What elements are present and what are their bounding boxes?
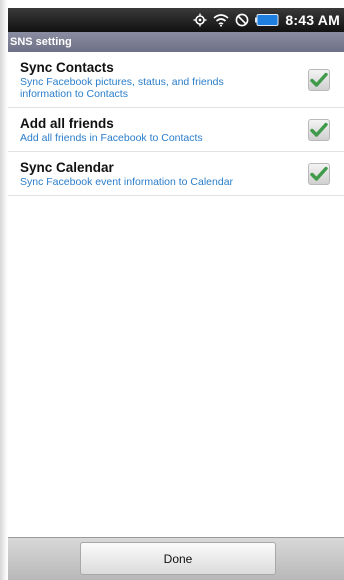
wifi-icon [213,8,229,32]
setting-subtitle-line: Sync Facebook event information to Calen… [20,176,234,188]
setting-subtitle-line: Add all friends in Facebook to Contacts [20,132,203,144]
setting-title: Sync Calendar [20,160,114,175]
checkbox-sync-contacts[interactable] [308,69,330,91]
battery-icon [255,8,279,32]
checkmark-icon [310,72,328,87]
setting-row-add-all-friends[interactable]: Add all friends Add all friends in Faceb… [8,108,344,152]
status-time: 8:43 AM [285,12,340,28]
checkbox-add-all-friends[interactable] [308,119,330,141]
phone-screen: 8:43 AM SNS setting Sync Contacts Sync F… [0,0,344,580]
setting-title: Sync Contacts [20,60,114,75]
status-bar: 8:43 AM [8,8,344,32]
page-title: SNS setting [8,32,344,52]
no-signal-icon [235,8,249,32]
checkbox-sync-calendar[interactable] [308,163,330,185]
bottom-bar: Done [8,537,344,580]
checkmark-icon [310,166,328,181]
setting-row-sync-contacts[interactable]: Sync Contacts Sync Facebook pictures, st… [8,52,344,108]
done-button[interactable]: Done [80,542,276,575]
setting-title: Add all friends [20,116,114,131]
setting-subtitle-line: information to Contacts [20,88,128,100]
checkmark-icon [310,122,328,137]
page-title-text: SNS setting [10,36,72,48]
setting-subtitle-line: Sync Facebook pictures, status, and frie… [20,76,224,88]
gps-icon [193,8,207,32]
setting-row-sync-calendar[interactable]: Sync Calendar Sync Facebook event inform… [8,152,344,196]
settings-list: Sync Contacts Sync Facebook pictures, st… [8,52,344,196]
